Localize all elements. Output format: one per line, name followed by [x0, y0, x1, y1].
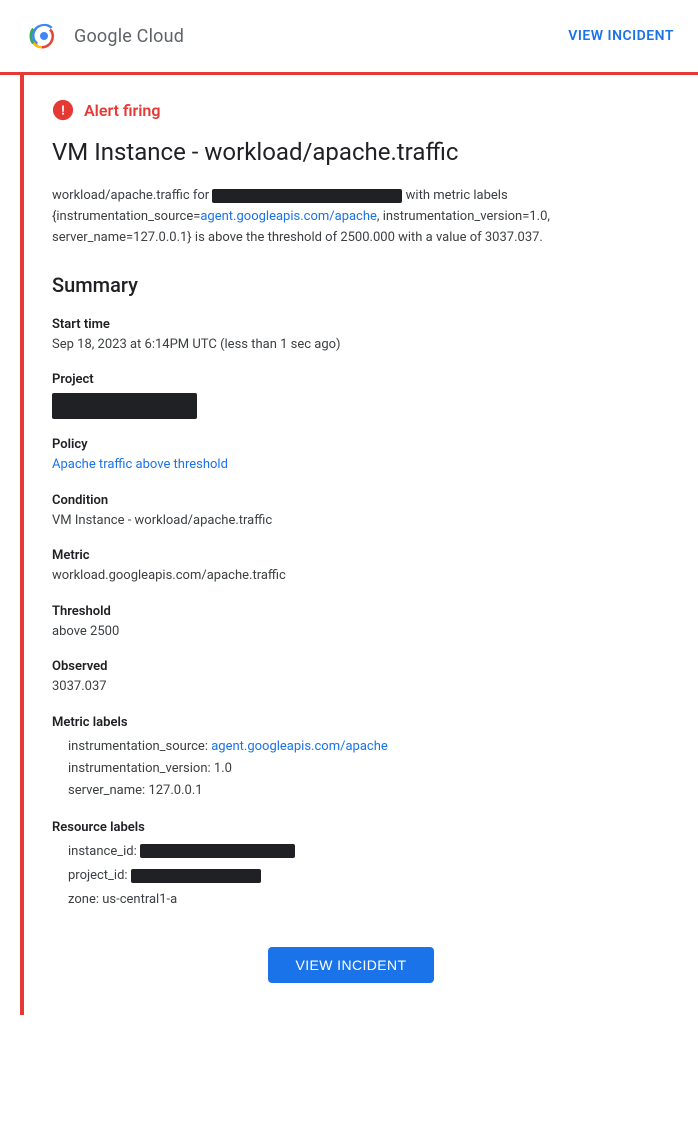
policy-link[interactable]: Apache traffic above threshold [52, 457, 228, 472]
button-container: VIEW INCIDENT [52, 947, 650, 983]
metric-label: Metric [52, 548, 650, 563]
resource-labels-indent: instance_id: project_id: zone: us-centra… [52, 841, 650, 911]
logo-container: Google Cloud [24, 16, 184, 56]
policy-value: Apache traffic above threshold [52, 455, 650, 475]
alert-description: workload/apache.traffic for with metric … [52, 186, 650, 248]
header: Google Cloud VIEW INCIDENT [0, 0, 698, 72]
instance-id-row: instance_id: [68, 841, 650, 863]
resource-labels-label: Resource labels [52, 820, 650, 835]
server-name-label: server_name: [68, 783, 145, 798]
alert-firing-label: Alert firing [84, 101, 160, 120]
redacted-project-value [52, 393, 197, 419]
instrumentation-version-row: instrumentation_version: 1.0 [68, 758, 650, 780]
zone-label: zone: [68, 892, 99, 907]
alert-firing-row: ! Alert firing [52, 99, 650, 121]
resource-labels-section: Resource labels instance_id: project_id:… [52, 820, 650, 911]
project-id-row: project_id: [68, 865, 650, 887]
threshold-value: above 2500 [52, 622, 650, 642]
start-time-label: Start time [52, 317, 650, 332]
svg-text:!: ! [61, 103, 65, 118]
instrumentation-version-value: 1.0 [214, 761, 232, 776]
start-time-row: Start time Sep 18, 2023 at 6:14PM UTC (l… [52, 317, 650, 355]
apache-link-desc[interactable]: agent.googleapis.com/apache [200, 209, 377, 224]
instrumentation-source-label: instrumentation_source: [68, 739, 208, 754]
metric-labels-label: Metric labels [52, 715, 650, 730]
instrumentation-source-link[interactable]: agent.googleapis.com/apache [211, 739, 388, 754]
summary-heading: Summary [52, 273, 650, 297]
project-id-label: project_id: [68, 868, 128, 883]
instance-id-label: instance_id: [68, 844, 137, 859]
redacted-instance-id [140, 844, 295, 858]
metric-row: Metric workload.googleapis.com/apache.tr… [52, 548, 650, 586]
policy-row: Policy Apache traffic above threshold [52, 437, 650, 475]
instrumentation-source-row: instrumentation_source: agent.googleapis… [68, 736, 650, 758]
threshold-row: Threshold above 2500 [52, 604, 650, 642]
alert-card: ! Alert firing VM Instance - workload/ap… [20, 75, 678, 1015]
threshold-label: Threshold [52, 604, 650, 619]
zone-value: us-central1-a [102, 892, 177, 907]
google-cloud-logo-icon [24, 16, 64, 56]
policy-label: Policy [52, 437, 650, 452]
logo-text: Google Cloud [74, 26, 184, 47]
desc-prefix: workload/apache.traffic for [52, 188, 209, 203]
observed-value: 3037.037 [52, 677, 650, 697]
server-name-value: 127.0.0.1 [148, 783, 202, 798]
server-name-row: server_name: 127.0.0.1 [68, 780, 650, 802]
instrumentation-version-label: instrumentation_version: [68, 761, 211, 776]
start-time-value: Sep 18, 2023 at 6:14PM UTC (less than 1 … [52, 335, 650, 355]
condition-row: Condition VM Instance - workload/apache.… [52, 493, 650, 531]
observed-row: Observed 3037.037 [52, 659, 650, 697]
condition-value: VM Instance - workload/apache.traffic [52, 511, 650, 531]
redacted-project-id [131, 869, 261, 883]
condition-label: Condition [52, 493, 650, 508]
zone-row: zone: us-central1-a [68, 889, 650, 911]
view-incident-header-link[interactable]: VIEW INCIDENT [568, 28, 674, 44]
redacted-resource [212, 189, 402, 203]
project-label: Project [52, 372, 650, 387]
project-row: Project [52, 372, 650, 419]
metric-labels-indent: instrumentation_source: agent.googleapis… [52, 736, 650, 802]
alert-title: VM Instance - workload/apache.traffic [52, 137, 650, 168]
metric-value: workload.googleapis.com/apache.traffic [52, 566, 650, 586]
metric-labels-section: Metric labels instrumentation_source: ag… [52, 715, 650, 802]
view-incident-button[interactable]: VIEW INCIDENT [268, 947, 435, 983]
alert-error-icon: ! [52, 99, 74, 121]
observed-label: Observed [52, 659, 650, 674]
